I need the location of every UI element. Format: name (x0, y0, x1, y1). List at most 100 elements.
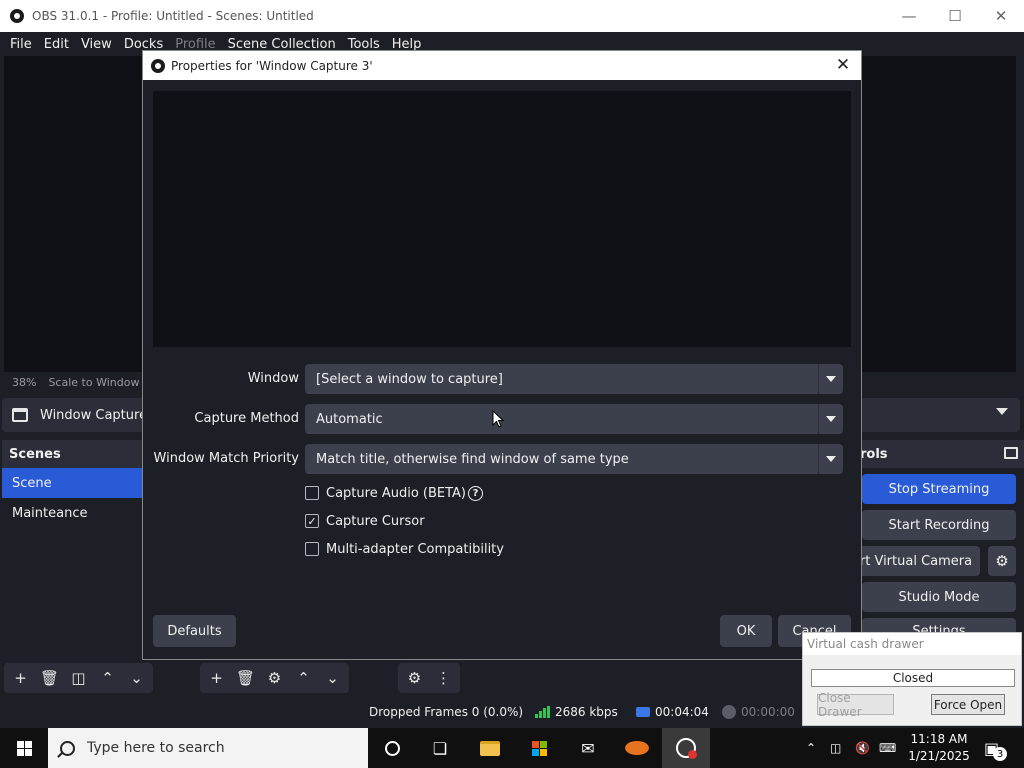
capture-method-select[interactable]: Automatic (305, 404, 843, 434)
scene-item[interactable]: Mainteance (2, 498, 152, 528)
dropped-frames: Dropped Frames 0 (0.0%) (369, 705, 524, 719)
menu-view[interactable]: View (75, 37, 118, 52)
capture-audio-row[interactable]: Capture Audio (BETA) ? (305, 483, 484, 503)
menu-edit[interactable]: Edit (38, 37, 75, 52)
obs-logo-icon (10, 9, 24, 23)
multi-adapter-label: Multi-adapter Compatibility (326, 541, 504, 557)
scene-filters-button[interactable]: ◫ (64, 663, 93, 693)
match-priority-label: Window Match Priority (153, 451, 299, 466)
windows-logo-icon (16, 740, 32, 756)
mixer-toolbar: ⚙ ⋮ (398, 662, 466, 694)
multi-adapter-checkbox[interactable] (305, 542, 319, 556)
minimize-button[interactable]: — (886, 0, 932, 32)
mixer-toolbar-group: ⚙ ⋮ (398, 663, 460, 693)
remove-scene-button[interactable]: 🗑 (35, 663, 64, 693)
properties-dialog: Properties for 'Window Capture 3' ✕ Wind… (142, 50, 862, 660)
close-window-button[interactable]: ✕ (978, 0, 1024, 32)
notification-count: 3 (993, 747, 1007, 761)
network-icon[interactable]: ◫ (830, 728, 841, 768)
scenes-dock: Scenes Scene Mainteance (2, 440, 152, 662)
keyboard-icon[interactable]: ⌨ (879, 728, 896, 768)
source-label: Window Capture (40, 407, 148, 423)
taskbar-clock[interactable]: 11:18 AM 1/21/2025 (904, 731, 974, 765)
advanced-audio-icon[interactable]: ⚙ (400, 663, 429, 693)
move-scene-up-button[interactable]: ⌃ (93, 663, 122, 693)
mail-icon: ✉ (581, 738, 595, 758)
start-button[interactable] (0, 728, 48, 768)
store-icon (531, 740, 547, 756)
help-icon[interactable]: ? (468, 485, 484, 501)
chevron-down-icon (826, 456, 836, 462)
start-recording-button[interactable]: Start Recording (862, 510, 1016, 540)
stream-icon (636, 707, 650, 717)
store-button[interactable] (515, 728, 563, 768)
select-separator (818, 364, 819, 394)
dialog-preview (153, 91, 851, 347)
stop-streaming-button[interactable]: Stop Streaming (862, 474, 1016, 504)
app-icon (625, 741, 649, 755)
move-scene-down-button[interactable]: ⌄ (122, 663, 151, 693)
menu-file[interactable]: File (4, 37, 38, 52)
window-row: Window [Select a window to capture] (143, 364, 861, 396)
file-explorer-button[interactable] (466, 728, 514, 768)
ok-button[interactable]: OK (720, 615, 772, 647)
force-open-button[interactable]: Force Open (931, 694, 1005, 715)
volume-icon[interactable]: 🔇 (855, 728, 870, 768)
drawer-state: Closed (811, 669, 1015, 687)
undock-icon[interactable] (1004, 447, 1018, 459)
more-options-icon[interactable]: ⋮ (429, 663, 458, 693)
capture-audio-label: Capture Audio (BETA) (326, 485, 467, 501)
close-drawer-button[interactable]: Close Drawer (817, 691, 894, 719)
scene-item[interactable]: Scene (2, 468, 152, 498)
stream-status: 00:04:04 (636, 705, 709, 719)
capture-method-label: Capture Method (194, 411, 299, 426)
sources-toolbar-group: + 🗑 ⚙ ⌃ ⌄ (200, 663, 349, 693)
multi-adapter-row[interactable]: Multi-adapter Compatibility (305, 539, 504, 559)
select-separator (818, 404, 819, 434)
chevron-down-icon[interactable] (996, 408, 1008, 415)
studio-mode-button[interactable]: Studio Mode (862, 582, 1016, 612)
task-view-icon: ❏ (432, 738, 448, 758)
remove-source-button[interactable]: 🗑 (231, 663, 260, 693)
signal-icon (535, 706, 550, 718)
chevron-down-icon (826, 376, 836, 382)
record-icon (722, 705, 736, 719)
sources-toolbar: + 🗑 ⚙ ⌃ ⌄ (200, 662, 355, 694)
capture-audio-checkbox[interactable] (305, 486, 319, 500)
virtual-camera-button[interactable]: rt Virtual Camera (852, 546, 980, 576)
taskbar-search[interactable]: Type here to search (48, 728, 368, 768)
capture-cursor-checkbox[interactable]: ✓ (305, 514, 319, 528)
dialog-close-button[interactable]: ✕ (833, 55, 853, 75)
window-select[interactable]: [Select a window to capture] (305, 364, 843, 394)
obs-taskbar-button[interactable] (662, 728, 710, 768)
app-button[interactable] (613, 728, 661, 768)
virtual-camera-settings-button[interactable]: ⚙ (988, 546, 1016, 576)
zoom-level[interactable]: 38% (12, 376, 36, 389)
cortana-button[interactable] (368, 728, 416, 768)
mail-button[interactable]: ✉ (564, 728, 612, 768)
match-priority-value: Match title, otherwise find window of sa… (316, 451, 629, 467)
capture-cursor-row[interactable]: ✓ Capture Cursor (305, 511, 425, 531)
bitrate-value: 2686 kbps (555, 705, 618, 719)
scenes-header: Scenes (2, 440, 152, 468)
folder-icon (480, 740, 500, 756)
source-properties-button[interactable]: ⚙ (260, 663, 289, 693)
add-scene-button[interactable]: + (6, 663, 35, 693)
mouse-cursor-icon (492, 410, 504, 428)
scale-mode[interactable]: Scale to Window (48, 376, 139, 389)
cash-drawer-title: Virtual cash drawer (803, 633, 1021, 655)
match-priority-select[interactable]: Match title, otherwise find window of sa… (305, 444, 843, 474)
dialog-titlebar: Properties for 'Window Capture 3' ✕ (143, 51, 861, 80)
add-source-button[interactable]: + (202, 663, 231, 693)
maximize-button[interactable]: ☐ (932, 0, 978, 32)
tray-chevron-icon[interactable]: ⌃ (806, 728, 816, 768)
chevron-down-icon (826, 416, 836, 422)
window-title: OBS 31.0.1 - Profile: Untitled - Scenes:… (32, 9, 314, 23)
move-source-up-button[interactable]: ⌃ (289, 663, 318, 693)
task-view-button[interactable]: ❏ (416, 728, 464, 768)
controls-dock: rols Stop Streaming Start Recording rt V… (852, 440, 1024, 640)
defaults-button[interactable]: Defaults (153, 615, 236, 647)
dialog-title: Properties for 'Window Capture 3' (171, 58, 373, 73)
match-priority-row: Window Match Priority Match title, other… (143, 444, 861, 476)
move-source-down-button[interactable]: ⌄ (318, 663, 347, 693)
